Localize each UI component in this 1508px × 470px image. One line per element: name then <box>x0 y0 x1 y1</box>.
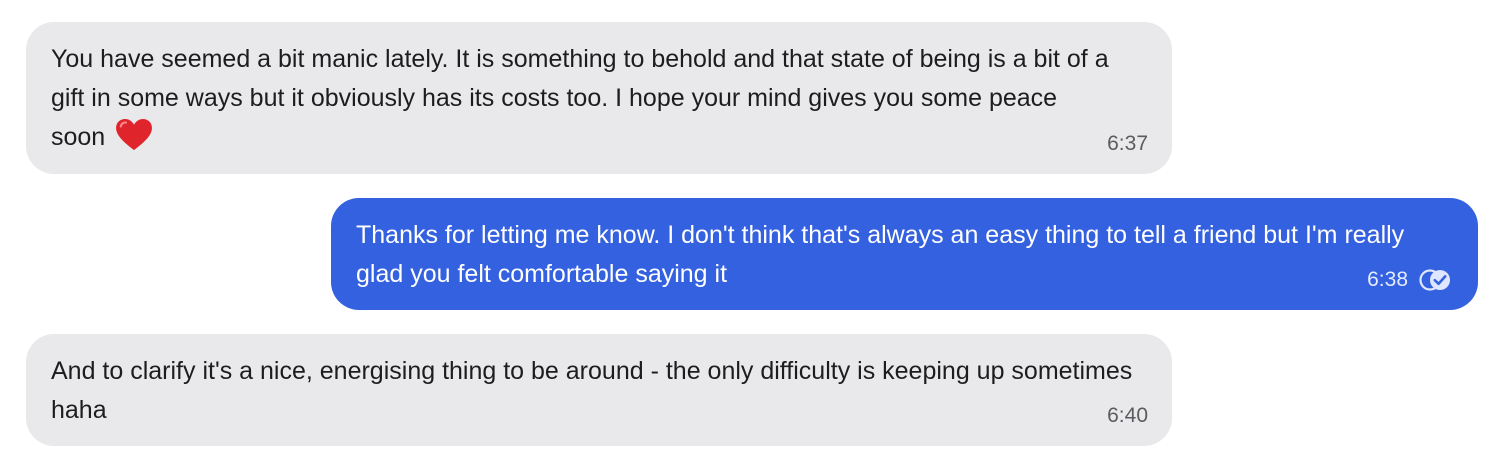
message-time: 6:40 <box>1107 404 1148 427</box>
message-text-content: You have seemed a bit manic lately. It i… <box>51 45 1109 151</box>
outgoing-message-bubble[interactable]: Thanks for letting me know. I don't thin… <box>331 198 1478 310</box>
heart-emoji-icon <box>116 119 153 151</box>
message-text: You have seemed a bit manic lately. It i… <box>51 40 1111 157</box>
message-time: 6:37 <box>1107 132 1148 155</box>
message-meta: 6:37 <box>1107 132 1148 156</box>
incoming-message-bubble[interactable]: And to clarify it's a nice, energising t… <box>26 334 1172 446</box>
message-text: Thanks for letting me know. I don't thin… <box>356 221 1405 288</box>
read-receipt-icon <box>1419 269 1450 291</box>
incoming-message-bubble[interactable]: You have seemed a bit manic lately. It i… <box>26 22 1172 174</box>
message-meta: 6:40 <box>1107 404 1148 428</box>
message-time: 6:38 <box>1367 268 1408 291</box>
message-text: And to clarify it's a nice, energising t… <box>51 357 1133 424</box>
message-thread: You have seemed a bit manic lately. It i… <box>0 0 1508 470</box>
message-meta: 6:38 <box>1367 268 1454 292</box>
